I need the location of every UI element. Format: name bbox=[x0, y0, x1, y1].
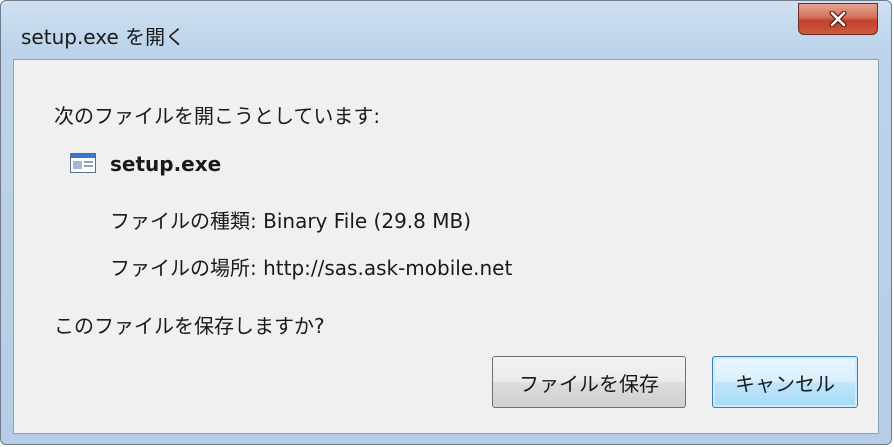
file-location-row: ファイルの場所: http://sas.ask-mobile.net bbox=[110, 252, 512, 281]
file-name: setup.exe bbox=[110, 152, 222, 176]
executable-file-icon bbox=[70, 153, 96, 173]
close-button[interactable] bbox=[798, 3, 878, 35]
file-type-label: ファイルの種類: bbox=[110, 209, 257, 233]
save-question: このファイルを保存しますか? bbox=[54, 314, 325, 338]
cancel-button[interactable]: キャンセル bbox=[712, 356, 858, 408]
close-x-icon bbox=[829, 11, 847, 27]
title-bar[interactable]: setup.exe を開く bbox=[1, 1, 891, 59]
dialog-prompt: 次のファイルを開こうとしています: bbox=[54, 104, 381, 128]
file-type-value: Binary File (29.8 MB) bbox=[263, 209, 472, 233]
dialog-window: setup.exe を開く 次のファイルを開こうとしています: setup.ex… bbox=[0, 0, 892, 445]
file-location-label: ファイルの場所: bbox=[110, 256, 257, 280]
dialog-content: 次のファイルを開こうとしています: setup.exe ファイルの種類: Bin… bbox=[13, 59, 879, 434]
file-location-value: http://sas.ask-mobile.net bbox=[263, 256, 513, 280]
save-file-button[interactable]: ファイルを保存 bbox=[492, 356, 686, 408]
file-type-row: ファイルの種類: Binary File (29.8 MB) bbox=[110, 205, 471, 234]
window-title: setup.exe を開く bbox=[21, 25, 186, 49]
